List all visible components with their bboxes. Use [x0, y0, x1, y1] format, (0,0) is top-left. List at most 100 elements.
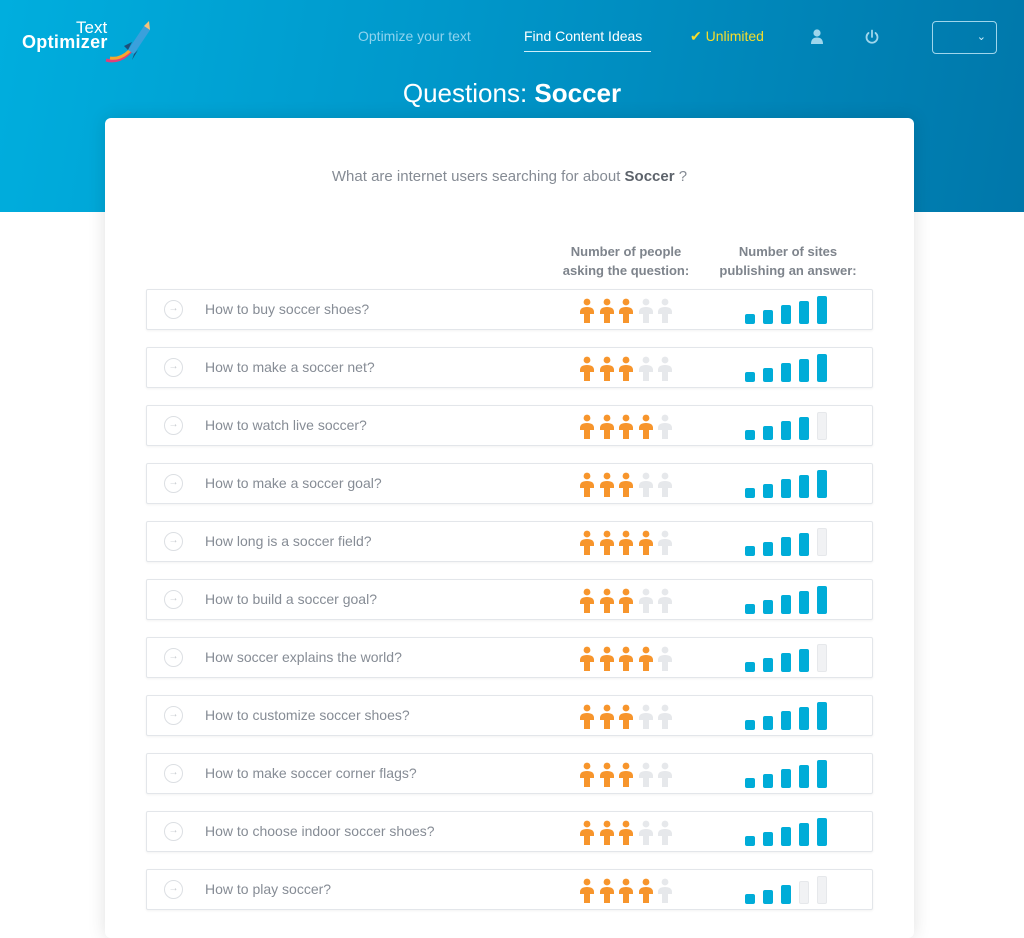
person-icon-filled	[599, 414, 614, 439]
arrow-right-circle-icon[interactable]: →	[164, 358, 183, 377]
person-icon-empty	[658, 588, 673, 613]
person-icon-filled	[580, 646, 594, 671]
column-header-people: Number of people asking the question:	[553, 242, 699, 280]
question-row[interactable]: → How to choose indoor soccer shoes?	[146, 811, 873, 852]
signal-bar-filled	[799, 764, 809, 788]
signal-bar-filled	[799, 822, 809, 846]
question-row[interactable]: → How long is a soccer field?	[146, 521, 873, 562]
user-icon[interactable]	[810, 29, 824, 50]
person-icon-filled	[580, 414, 594, 439]
arrow-right-circle-icon[interactable]: →	[164, 590, 183, 609]
person-icon-filled	[619, 356, 634, 381]
person-icon-filled	[580, 588, 594, 613]
text-optimizer-logo[interactable]: Text Optimizer	[20, 16, 160, 64]
people-rating	[578, 530, 676, 556]
question-row[interactable]: → How to make soccer corner flags?	[146, 753, 873, 794]
person-icon-empty	[658, 762, 673, 787]
question-row[interactable]: → How soccer explains the world?	[146, 637, 873, 678]
page-title-topic: Soccer	[534, 78, 622, 108]
person-icon-empty	[638, 356, 653, 381]
question-text[interactable]: How to make a soccer goal?	[205, 475, 382, 491]
person-icon-filled	[580, 530, 594, 555]
question-text[interactable]: How to watch live soccer?	[205, 417, 367, 433]
person-icon-filled	[599, 820, 614, 845]
signal-bar-filled	[781, 479, 791, 498]
nav-optimize-your-text[interactable]: Optimize your text	[358, 28, 471, 48]
signal-bar-filled	[799, 706, 809, 730]
person-icon-filled	[599, 646, 614, 671]
person-icon-filled	[599, 298, 614, 323]
signal-bar-filled	[745, 778, 755, 788]
arrow-right-circle-icon[interactable]: →	[164, 474, 183, 493]
people-rating	[578, 414, 676, 440]
signal-bar-filled	[781, 421, 791, 440]
logo-text-bottom: Optimizer	[22, 32, 108, 52]
signal-bar-filled	[817, 818, 827, 846]
person-icon-filled	[580, 472, 594, 497]
question-text[interactable]: How to play soccer?	[205, 881, 331, 897]
question-row[interactable]: → How to make a soccer net?	[146, 347, 873, 388]
signal-bar-filled	[763, 483, 773, 498]
question-text[interactable]: How to make a soccer net?	[205, 359, 375, 375]
sites-rating	[745, 760, 835, 788]
people-rating	[578, 472, 676, 498]
nav-find-content-ideas[interactable]: Find Content Ideas	[524, 28, 642, 48]
question-row[interactable]: → How to buy soccer shoes?	[146, 289, 873, 330]
subtitle-prefix: What are internet users searching for ab…	[331, 168, 625, 185]
chevron-down-icon: ⌄	[976, 31, 986, 43]
signal-bar-filled	[799, 532, 809, 556]
signal-bar-filled	[817, 702, 827, 730]
signal-bar-filled	[763, 541, 773, 556]
arrow-right-circle-icon[interactable]: →	[164, 880, 183, 899]
person-icon-filled	[599, 530, 614, 555]
question-text[interactable]: How soccer explains the world?	[205, 649, 402, 665]
person-icon-filled	[619, 298, 634, 323]
person-icon-filled	[638, 878, 653, 903]
signal-bar-filled	[781, 827, 791, 846]
language-select[interactable]: ⌄	[932, 21, 997, 54]
arrow-right-circle-icon[interactable]: →	[164, 648, 183, 667]
question-row[interactable]: → How to build a soccer goal?	[146, 579, 873, 620]
arrow-right-circle-icon[interactable]: →	[164, 532, 183, 551]
arrow-right-circle-icon[interactable]: →	[164, 764, 183, 783]
person-icon-filled	[619, 820, 634, 845]
question-row[interactable]: → How to customize soccer shoes?	[146, 695, 873, 736]
sites-rating	[745, 702, 835, 730]
signal-bar-filled	[763, 715, 773, 730]
question-text[interactable]: How to customize soccer shoes?	[205, 707, 410, 723]
signal-bar-filled	[781, 305, 791, 324]
column-header-sites: Number of sites publishing an answer:	[708, 242, 868, 280]
questions-card: What are internet users searching for ab…	[105, 118, 914, 938]
signal-bar-filled	[817, 354, 827, 382]
person-icon-empty	[658, 646, 673, 671]
question-text[interactable]: How long is a soccer field?	[205, 533, 372, 549]
people-rating	[578, 646, 676, 672]
signal-bar-empty	[799, 880, 809, 904]
question-row[interactable]: → How to play soccer?	[146, 869, 873, 910]
question-text[interactable]: How to buy soccer shoes?	[205, 301, 369, 317]
sites-rating	[745, 470, 835, 498]
question-row[interactable]: → How to watch live soccer?	[146, 405, 873, 446]
question-text[interactable]: How to build a soccer goal?	[205, 591, 377, 607]
arrow-right-circle-icon[interactable]: →	[164, 416, 183, 435]
rocket-pencil-icon	[105, 21, 150, 63]
people-rating	[578, 588, 676, 614]
column-header-sites-line2: publishing an answer:	[719, 263, 857, 278]
sites-rating	[745, 586, 835, 614]
person-icon-filled	[638, 530, 653, 555]
question-row[interactable]: → How to make a soccer goal?	[146, 463, 873, 504]
people-rating	[578, 356, 676, 382]
question-text[interactable]: How to make soccer corner flags?	[205, 765, 417, 781]
person-icon-filled	[580, 820, 594, 845]
arrow-right-circle-icon[interactable]: →	[164, 300, 183, 319]
person-icon-filled	[619, 878, 634, 903]
column-header-people-line2: asking the question:	[562, 263, 690, 278]
signal-bar-filled	[799, 416, 809, 440]
question-text[interactable]: How to choose indoor soccer shoes?	[205, 823, 435, 839]
arrow-right-circle-icon[interactable]: →	[164, 706, 183, 725]
signal-bar-filled	[817, 760, 827, 788]
nav-unlimited-plan[interactable]: ✔ Unlimited	[690, 28, 764, 48]
power-logout-icon[interactable]	[864, 29, 880, 50]
arrow-right-circle-icon[interactable]: →	[164, 822, 183, 841]
person-icon-empty	[658, 820, 673, 845]
